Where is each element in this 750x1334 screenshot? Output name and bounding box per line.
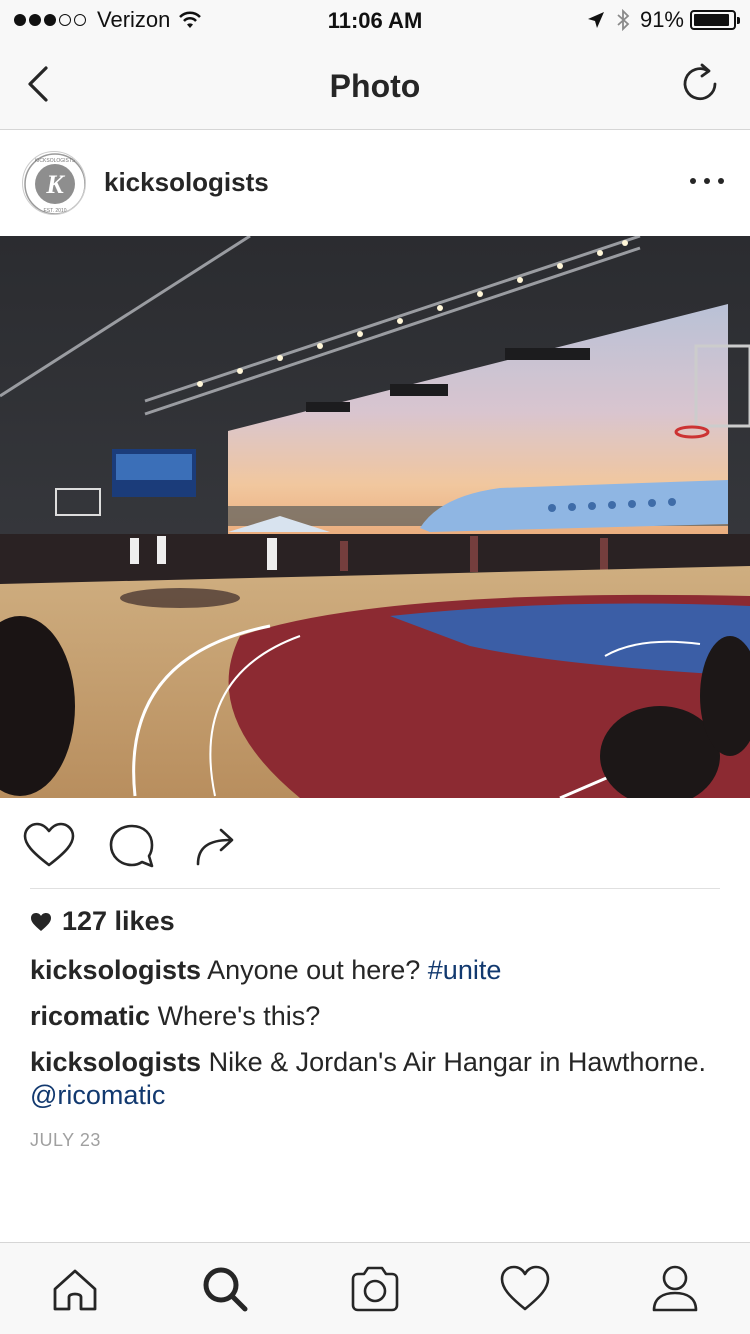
comment-text: Anyone out here? — [207, 955, 421, 985]
post-date: JULY 23 — [30, 1130, 101, 1150]
likes-count[interactable]: 127 likes — [30, 906, 175, 937]
avatar-letter: K — [45, 170, 65, 199]
avatar-text-top: KICKSOLOGISTS — [35, 158, 76, 164]
avatar-text-bottom: EST. 2010 — [43, 208, 66, 214]
refresh-button[interactable] — [678, 62, 722, 106]
tab-home[interactable] — [49, 1263, 101, 1315]
search-icon — [203, 1267, 248, 1312]
status-right: 91% — [586, 7, 740, 33]
refresh-icon — [683, 63, 717, 101]
tab-activity[interactable] — [499, 1263, 551, 1315]
battery-percentage: 91% — [639, 7, 684, 32]
post-photo[interactable] — [0, 236, 750, 798]
comment-icon — [109, 824, 154, 868]
comment-text: Nike & Jordan's Air Hangar in Hawthorne. — [208, 1047, 706, 1077]
caption: kicksologists Anyone out here? #unite — [30, 954, 710, 987]
divider — [30, 888, 720, 889]
location-arrow-icon — [587, 12, 604, 28]
basketball-court-photo — [0, 236, 750, 798]
more-dot — [690, 178, 696, 184]
page-title: Photo — [329, 68, 421, 104]
comment-author[interactable]: kicksologists — [30, 1047, 201, 1077]
tab-search[interactable] — [199, 1263, 251, 1315]
comment-author[interactable]: ricomatic — [30, 1001, 150, 1031]
post-username[interactable]: kicksologists — [104, 167, 269, 198]
navigation-bar: Photo — [0, 40, 750, 130]
home-icon — [53, 1269, 97, 1311]
battery-fill — [694, 14, 729, 26]
more-dot — [704, 178, 710, 184]
share-icon — [196, 828, 234, 866]
hashtag-link[interactable]: #unite — [428, 955, 502, 985]
more-dot — [718, 178, 724, 184]
heart-icon — [500, 1265, 550, 1311]
comment-button[interactable] — [106, 822, 160, 870]
status-bar: Verizon 11:06 AM 91% — [0, 0, 750, 40]
likes-label: 127 likes — [62, 906, 175, 936]
tab-profile[interactable] — [649, 1263, 701, 1315]
share-button[interactable] — [190, 822, 244, 870]
comment: kicksologists Nike & Jordan's Air Hangar… — [30, 1046, 710, 1112]
tab-camera[interactable] — [349, 1263, 401, 1315]
camera-icon — [351, 1266, 399, 1312]
heart-filled-icon — [31, 912, 51, 931]
profile-icon — [652, 1265, 698, 1312]
battery-icon — [690, 10, 740, 30]
battery-tip — [737, 17, 740, 24]
heart-icon — [23, 822, 75, 867]
bluetooth-icon — [617, 9, 630, 31]
like-button[interactable] — [22, 822, 76, 870]
tab-bar — [0, 1242, 750, 1334]
post-header: K KICKSOLOGISTS EST. 2010 kicksologists — [0, 131, 750, 235]
post-actions — [0, 798, 750, 890]
comment-author[interactable]: kicksologists — [30, 955, 201, 985]
more-options-button[interactable] — [690, 171, 724, 191]
comment-text: Where's this? — [157, 1001, 321, 1031]
avatar[interactable]: K KICKSOLOGISTS EST. 2010 — [22, 151, 86, 215]
mention-link[interactable]: @ricomatic — [30, 1080, 165, 1110]
kicksologists-logo-icon: K KICKSOLOGISTS EST. 2010 — [24, 153, 85, 214]
comment: ricomatic Where's this? — [30, 1000, 710, 1033]
